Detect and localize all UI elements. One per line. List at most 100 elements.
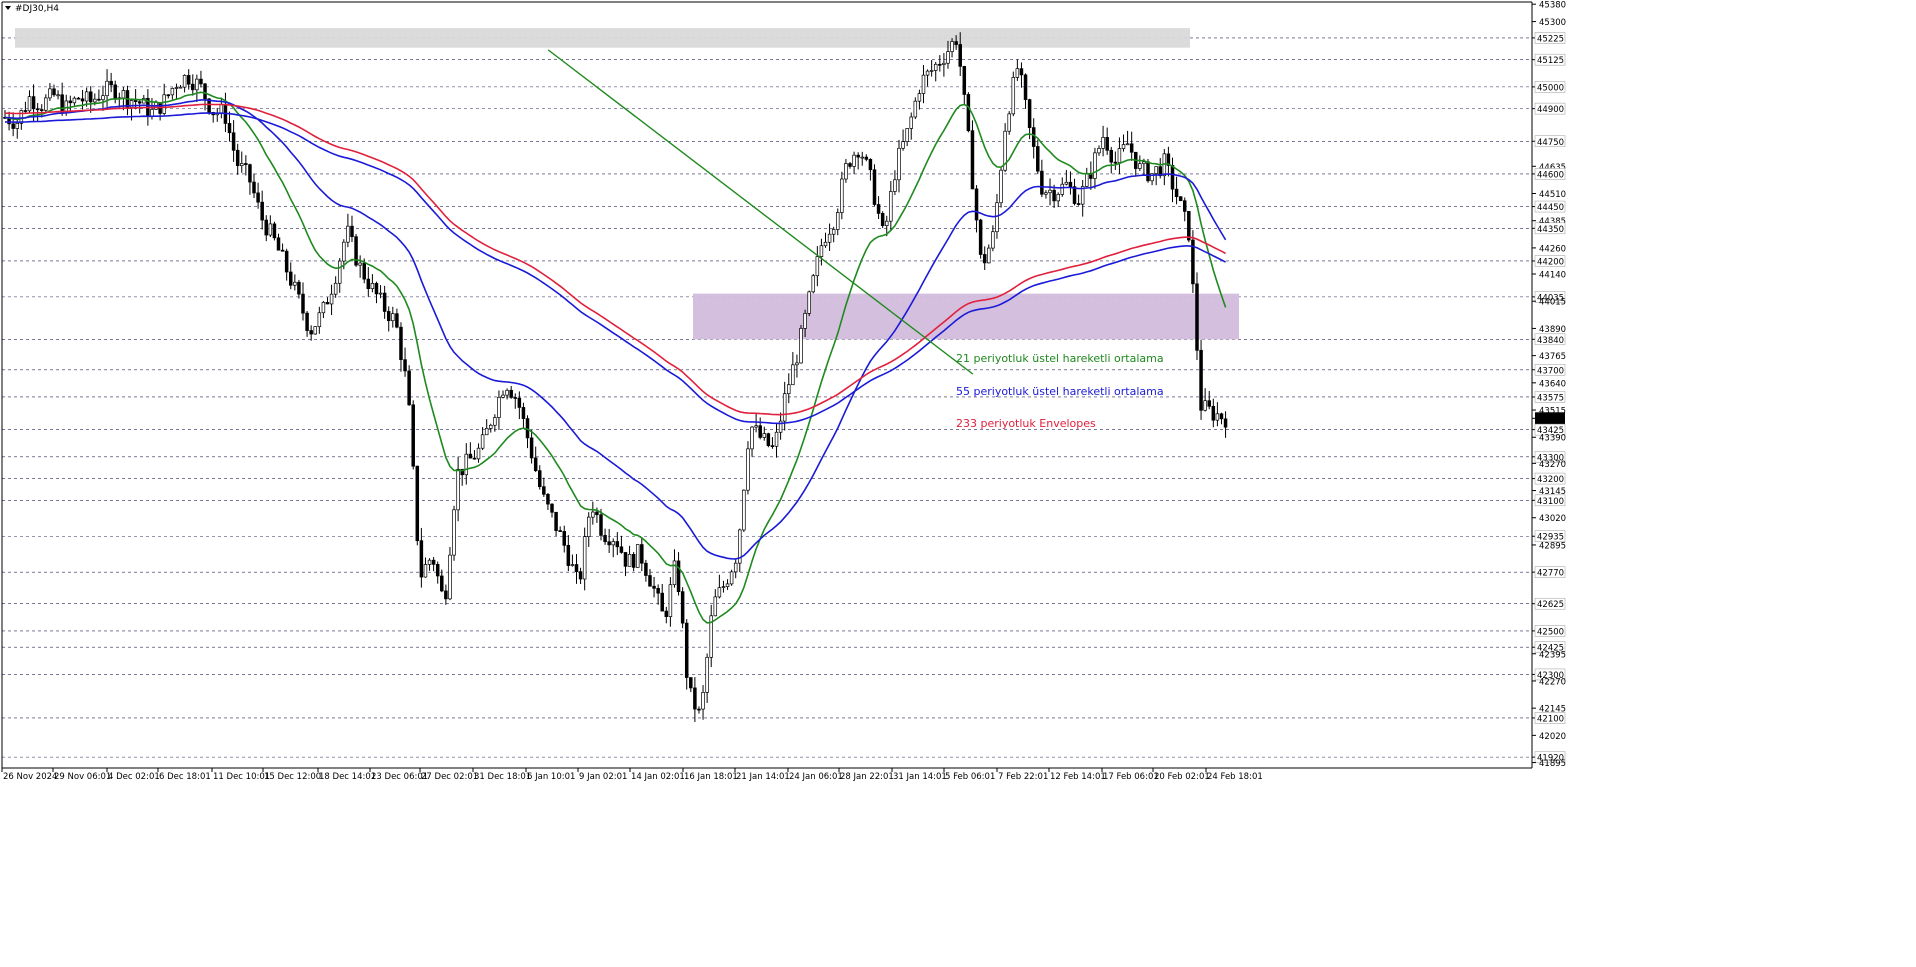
- legend-label: 233 periyotluk Envelopes: [956, 417, 1096, 430]
- candle-body: [1068, 181, 1073, 188]
- candle-body: [627, 554, 632, 567]
- candle-body: [958, 44, 962, 67]
- candle-body: [1154, 166, 1158, 174]
- chart-window[interactable]: 45380 45300 45225 45125 45000 44900 44750 44635…: [0, 0, 1916, 963]
- candle-body: [199, 78, 203, 85]
- candle-body: [440, 575, 444, 592]
- price-tick-label: 43640: [1539, 379, 1566, 389]
- candle-body: [256, 192, 260, 203]
- candle-body: [844, 163, 848, 180]
- candle-body: [529, 437, 534, 459]
- candle-body: [427, 559, 432, 565]
- candle-body: [1056, 193, 1060, 202]
- candle-body: [195, 78, 199, 91]
- candle-body: [591, 511, 595, 518]
- price-tick-label: 42100: [1537, 714, 1564, 724]
- price-tick-label: 44900: [1537, 105, 1564, 115]
- candle-body: [550, 503, 554, 513]
- candle-body: [562, 531, 567, 546]
- price-tick-label: 43100: [1537, 497, 1564, 507]
- candle-body: [1199, 349, 1203, 411]
- candle-body: [186, 75, 191, 85]
- candle-body: [235, 149, 240, 167]
- candle-body: [1215, 413, 1220, 421]
- candle-body: [1036, 146, 1040, 172]
- candle-body: [395, 313, 399, 328]
- time-tick-label: 31 Dec 18:01: [474, 772, 531, 782]
- candle-body: [995, 202, 999, 233]
- candle-body: [370, 283, 375, 290]
- candle-body: [240, 163, 244, 167]
- candle-body: [480, 434, 485, 449]
- candle-body: [374, 283, 379, 295]
- candle-body: [1125, 143, 1130, 146]
- price-tick-label: 43200: [1537, 475, 1564, 485]
- candle-body: [566, 544, 571, 566]
- candle-body: [288, 271, 293, 286]
- candle-body: [468, 453, 473, 459]
- candle-body: [762, 433, 767, 438]
- candle-body: [280, 249, 285, 252]
- price-tick-label: 44510: [1539, 190, 1566, 200]
- candle-body: [386, 311, 391, 322]
- candle-body: [819, 245, 824, 257]
- candle-body: [631, 554, 636, 568]
- candle-body: [1182, 200, 1187, 212]
- candle-body: [640, 544, 644, 564]
- candle-body: [35, 108, 40, 111]
- price-tick-label: 43890: [1539, 325, 1566, 335]
- candle-body: [174, 87, 179, 89]
- time-tick-label: 16 Jan 18:01: [684, 772, 738, 782]
- candle-body: [162, 94, 166, 114]
- candle-body: [974, 188, 979, 221]
- candle-body: [1044, 192, 1048, 195]
- candle-body: [219, 104, 224, 114]
- candle-body: [803, 313, 807, 329]
- candle-body: [893, 179, 897, 192]
- candle-body: [366, 278, 371, 290]
- candle-body: [309, 330, 313, 335]
- candle-body: [697, 708, 701, 711]
- candle-body: [823, 241, 828, 247]
- candle-body: [350, 225, 354, 238]
- candle-body: [693, 687, 697, 710]
- price-tick-label: 44140: [1539, 271, 1566, 281]
- candle-body: [313, 326, 317, 335]
- time-tick-label: 21 Jan 14:01: [736, 772, 790, 782]
- candle-body: [725, 583, 730, 587]
- candle-body: [933, 63, 938, 71]
- price-tick-label: 42895: [1539, 541, 1566, 551]
- candle-body: [538, 470, 542, 488]
- price-chart[interactable]: 4538045300452254512545000449004475044635…: [0, 0, 1916, 963]
- candle-body: [868, 158, 873, 171]
- candle-body: [542, 486, 546, 495]
- candle-body: [1097, 148, 1101, 154]
- time-tick-label: 27 Dec 02:01: [421, 772, 478, 782]
- time-tick-label: 29 Nov 06:01: [54, 772, 111, 782]
- legend-label: 55 periyotluk üstel hareketli ortalama: [956, 385, 1164, 398]
- candle-body: [105, 80, 109, 97]
- candle-body: [276, 237, 281, 251]
- candle-body: [578, 571, 583, 580]
- price-tick-label: 45125: [1537, 56, 1564, 66]
- candle-body: [807, 291, 811, 314]
- candle-body: [403, 359, 407, 372]
- candle-body: [742, 489, 746, 531]
- candle-body: [680, 591, 685, 624]
- candle-body: [444, 590, 448, 600]
- candle-body: [811, 275, 816, 293]
- candle-body: [435, 563, 440, 577]
- candle-body: [860, 156, 864, 159]
- candle-body: [684, 622, 689, 678]
- candle-body: [248, 164, 252, 183]
- candle-body: [603, 535, 607, 543]
- candle-body: [717, 587, 722, 598]
- candle-body: [1174, 188, 1179, 198]
- candle-body: [1011, 77, 1016, 115]
- candle-body: [648, 575, 652, 587]
- price-tick-label: 43765: [1539, 352, 1566, 362]
- candle-body: [509, 389, 513, 398]
- candle-body: [272, 223, 277, 239]
- candle-body: [80, 98, 85, 102]
- time-tick-label: 17 Feb 06:01: [1103, 772, 1159, 782]
